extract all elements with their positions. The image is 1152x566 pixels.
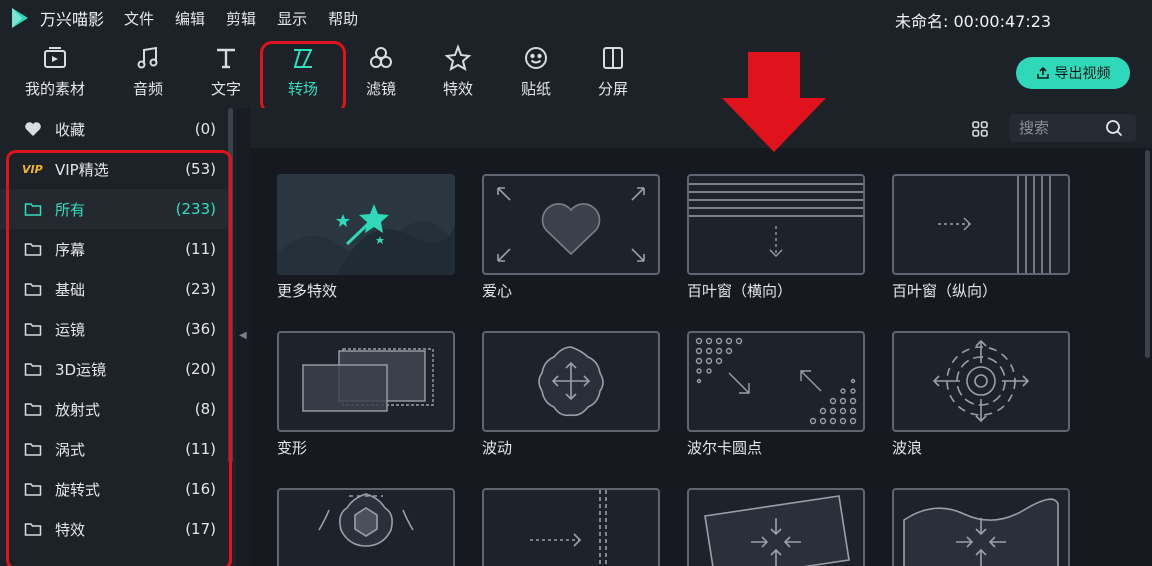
thumbnail-ripple (482, 331, 660, 432)
folder-icon (24, 363, 42, 376)
search-icon[interactable] (1105, 119, 1123, 137)
folder-icon (24, 483, 42, 496)
effects-star-icon (444, 44, 472, 72)
blinds-horizontal-icon (689, 183, 863, 257)
project-timecode: 未命名: 00:00:47:23 (895, 12, 1052, 31)
heart-transition-icon (497, 187, 645, 262)
folder-icon (24, 283, 42, 296)
thumbnail-morph (277, 331, 455, 432)
tab-split-screen[interactable]: 分屏 (578, 36, 648, 108)
blinds-vertical-icon (938, 176, 1051, 273)
tab-filters[interactable]: 滤镜 (346, 36, 416, 108)
converge-tilted-icon (704, 495, 850, 566)
thumbnail-row3-3 (687, 488, 865, 566)
tab-my-media[interactable]: 我的素材 (20, 36, 90, 108)
transition-icon (294, 49, 312, 68)
wave-target-icon (932, 339, 1030, 423)
tab-transitions[interactable]: 转场 (268, 36, 338, 108)
export-upload-icon (1036, 66, 1049, 79)
annotation-down-arrow-icon (722, 52, 826, 152)
hexagon-burst-icon (318, 493, 414, 547)
folder-icon (24, 203, 42, 216)
collapse-arrow-icon: ◀ (239, 330, 247, 341)
morph-squares-icon (302, 348, 434, 412)
sidebar-item-effects[interactable]: 特效 (17) (0, 509, 228, 549)
vip-badge: VIP (22, 162, 43, 176)
split-screen-icon (603, 47, 623, 69)
thumbnail-polka-dots (687, 331, 865, 432)
thumbnail-more-effects (277, 174, 455, 275)
thumbnail-wave (892, 331, 1070, 432)
tab-text[interactable]: 文字 (191, 36, 261, 108)
sticker-smile-icon (525, 47, 547, 69)
folder-icon (24, 403, 42, 416)
folder-icon (24, 243, 42, 256)
sidebar-item-radial[interactable]: 放射式 (8) (0, 389, 228, 429)
search-input[interactable] (1019, 118, 1099, 138)
thumbnail-row3-1 (277, 488, 455, 566)
converge-wave-icon (903, 498, 1059, 566)
sidebar-item-prologue[interactable]: 序幕 (11) (0, 229, 228, 269)
app-logo-icon (12, 8, 28, 28)
sidebar-item-favorites[interactable]: 收藏 (0) (0, 109, 228, 149)
search-box[interactable] (1009, 114, 1136, 142)
thumbnail-row3-2 (482, 488, 660, 566)
menu-help[interactable]: 帮助 (328, 8, 358, 29)
category-sidebar: 收藏 (0) VIP VIP精选 (53) 所有 (233) 序幕 (11) 基… (0, 108, 236, 566)
sidebar-item-vip[interactable]: VIP VIP精选 (53) (0, 149, 228, 189)
filter-icon (370, 47, 392, 68)
thumbnail-blinds-vertical (892, 174, 1070, 275)
music-note-icon (137, 46, 158, 69)
heart-icon (25, 122, 41, 136)
folder-icon (24, 523, 42, 536)
menu-clip[interactable]: 剪辑 (226, 8, 256, 29)
folder-media-icon (44, 47, 66, 68)
sidebar-item-rotate[interactable]: 旋转式 (16) (0, 469, 228, 509)
sidebar-collapse-handle[interactable]: ◀ (236, 108, 250, 566)
tab-audio[interactable]: 音频 (113, 36, 183, 108)
menu-bar: 万兴喵影 文件 编辑 剪辑 显示 帮助 未命名: 00:00:47:23 (0, 0, 1152, 36)
media-toolbar: 我的素材 音频 文字 转场 滤镜 特效 贴纸 分屏 (0, 36, 1152, 108)
folder-icon (24, 443, 42, 456)
menu-edit[interactable]: 编辑 (175, 8, 205, 29)
sidebar-item-swirl[interactable]: 涡式 (11) (0, 429, 228, 469)
folder-icon (24, 323, 42, 336)
app-title: 万兴喵影 (40, 10, 105, 29)
menu-file[interactable]: 文件 (124, 8, 154, 29)
sidebar-item-all[interactable]: 所有 (233) (0, 189, 228, 229)
text-t-icon (217, 48, 235, 69)
tab-stickers[interactable]: 贴纸 (501, 36, 571, 108)
ripple-icon (538, 346, 604, 417)
sidebar-item-3d-camera-move[interactable]: 3D运镜 (20) (0, 349, 228, 389)
library-scrollbar[interactable] (1145, 150, 1150, 358)
push-right-icon (530, 490, 607, 566)
magic-stars-icon (277, 174, 455, 275)
sidebar-item-basic[interactable]: 基础 (23) (0, 269, 228, 309)
polka-dots-icon (695, 337, 857, 425)
thumbnail-heart (482, 174, 660, 275)
export-video-button[interactable]: 导出视频 (1016, 57, 1130, 89)
thumbnail-blinds-horizontal (687, 174, 865, 275)
thumbnail-row3-4 (892, 488, 1070, 566)
sidebar-item-camera-move[interactable]: 运镜 (36) (0, 309, 228, 349)
tab-effects[interactable]: 特效 (423, 36, 493, 108)
sidebar-scrollbar[interactable] (228, 108, 233, 463)
menu-view[interactable]: 显示 (277, 8, 307, 29)
grid-view-icon[interactable] (971, 120, 989, 138)
